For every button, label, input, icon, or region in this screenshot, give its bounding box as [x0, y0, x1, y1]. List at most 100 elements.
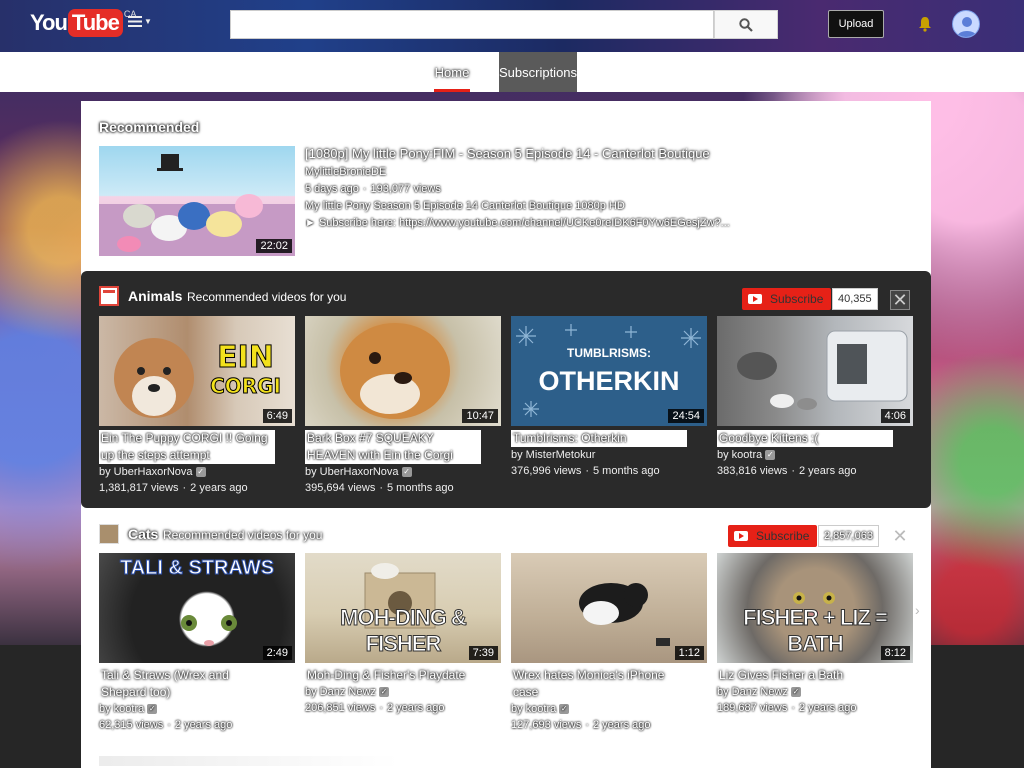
- video-channel[interactable]: by UberHaxorNova ✓: [305, 464, 501, 480]
- video-stats: 127,693 views · 2 years ago: [511, 719, 651, 731]
- video-channel[interactable]: by MisterMetokur: [511, 447, 707, 463]
- video-stats: 1,381,817 views · 2 years ago: [99, 482, 248, 494]
- video-views: 383,816 views: [717, 465, 788, 477]
- subscribe-label: Subscribe: [756, 529, 810, 543]
- video-views: 1,381,817 views: [99, 482, 179, 494]
- video-age: 2 years ago: [799, 465, 857, 477]
- subscriber-count: 2,857,063: [818, 525, 879, 547]
- channel-name[interactable]: by Danz Newz: [305, 686, 376, 698]
- video-card[interactable]: EIN CORGI 6:49 Ein The Puppy CORGI !! Go…: [99, 316, 295, 496]
- description-link[interactable]: https://www.youtube.com/channel/UCKe0reI…: [399, 217, 730, 229]
- description-subscribe-prefix: ► Subscribe here:: [305, 217, 396, 229]
- video-age: 2 years ago: [387, 702, 445, 714]
- logo-tube: Tube: [67, 9, 123, 37]
- feed-tabs: Home Subscriptions: [0, 52, 1024, 92]
- subscribe-button[interactable]: Subscribe: [728, 525, 818, 547]
- video-thumbnail[interactable]: 4:06: [717, 316, 913, 426]
- video-thumbnail[interactable]: EIN CORGI 6:49: [99, 316, 295, 426]
- close-icon[interactable]: ✕: [890, 290, 910, 310]
- video-card[interactable]: 10:47 Bark Box #7 SQUEAKY HEAVEN with Ei…: [305, 316, 501, 496]
- featured-video-thumbnail[interactable]: 22:02: [99, 146, 295, 256]
- cats-channel-icon[interactable]: [99, 524, 119, 544]
- video-views: 206,851 views: [305, 702, 376, 714]
- bell-icon[interactable]: [918, 16, 932, 32]
- video-title[interactable]: Ein The Puppy CORGI !! Going up the step…: [99, 430, 275, 464]
- video-card[interactable]: 1:12 Wrex hates Monica's iPhone case by …: [511, 553, 707, 733]
- logo-you: You: [30, 10, 68, 35]
- video-duration: 10:47: [462, 409, 498, 423]
- chevron-right-icon[interactable]: ›: [915, 602, 920, 618]
- video-duration: 22:02: [256, 239, 292, 253]
- video-stats: 395,694 views · 5 months ago: [305, 482, 454, 494]
- video-duration: 1:12: [674, 646, 704, 660]
- video-age: 5 months ago: [387, 482, 454, 494]
- search-input[interactable]: [230, 10, 714, 39]
- video-title[interactable]: Tumblrisms: Otherkin: [511, 430, 687, 447]
- search-icon: [739, 17, 753, 32]
- guide-menu-button[interactable]: ▼: [128, 16, 152, 27]
- video-duration: 8:12: [880, 646, 910, 660]
- video-thumbnail[interactable]: 10:47: [305, 316, 501, 426]
- video-channel[interactable]: by kootra ✓: [511, 701, 707, 717]
- video-thumbnail[interactable]: TALI & STRAWS 2:49: [99, 553, 295, 663]
- channel-name[interactable]: by MisterMetokur: [511, 449, 595, 461]
- search-button[interactable]: [714, 10, 778, 39]
- featured-video-channel[interactable]: MylittleBronieDE: [305, 166, 386, 178]
- video-duration: 24:54: [668, 409, 704, 423]
- shelf-title[interactable]: Cats: [128, 526, 158, 542]
- video-channel[interactable]: by Danz Newz ✓: [305, 684, 501, 700]
- tab-home[interactable]: Home: [434, 52, 470, 92]
- video-thumbnail[interactable]: FISHER + LIZ = BATH 8:12: [717, 553, 913, 663]
- video-card[interactable]: 4:06 Goodbye Kittens :( by kootra ✓ 383,8…: [717, 316, 913, 479]
- video-channel[interactable]: by kootra ✓: [717, 447, 913, 463]
- channel-name[interactable]: by kootra: [511, 703, 556, 715]
- masthead: You Tube CA ▼ Upload: [0, 0, 1024, 52]
- youtube-play-icon: [734, 531, 748, 541]
- video-title[interactable]: Bark Box #7 SQUEAKY HEAVEN with Ein the …: [305, 430, 481, 464]
- shelf-subtitle: Recommended videos for you: [187, 290, 347, 304]
- channel-name[interactable]: by UberHaxorNova: [99, 466, 193, 478]
- user-avatar-icon[interactable]: [952, 10, 980, 38]
- video-title[interactable]: Moh-Ding & Fisher's Playdate: [305, 667, 481, 684]
- video-views: 62,315 views: [99, 719, 164, 731]
- video-age: 2 years ago: [799, 702, 857, 714]
- video-title[interactable]: Tali & Straws (Wrex and Shepard too): [99, 667, 275, 701]
- video-title[interactable]: Liz Gives Fisher a Bath: [717, 667, 893, 684]
- video-views: 189,687 views: [717, 702, 788, 714]
- channel-name[interactable]: by kootra: [99, 703, 144, 715]
- shelf-title[interactable]: Animals: [128, 288, 182, 304]
- video-thumbnail[interactable]: 1:12: [511, 553, 707, 663]
- verified-icon: ✓: [147, 704, 158, 715]
- featured-video-title[interactable]: [1080p] My little Pony:FIM - Season 5 Ep…: [305, 146, 710, 161]
- close-icon[interactable]: ✕: [890, 527, 910, 547]
- youtube-play-icon: [748, 294, 762, 304]
- tab-subscriptions[interactable]: Subscriptions: [499, 52, 577, 92]
- video-channel[interactable]: by UberHaxorNova ✓: [99, 464, 295, 480]
- channel-name[interactable]: by UberHaxorNova: [305, 466, 399, 478]
- thumb-text-line-1: EIN: [217, 340, 275, 375]
- video-age: 2 years ago: [593, 719, 651, 731]
- channel-name[interactable]: by Danz Newz: [717, 686, 788, 698]
- video-channel[interactable]: by Danz Newz ✓: [717, 684, 913, 700]
- video-thumbnail[interactable]: TUMBLRISMS: OTHERKIN 24:54: [511, 316, 707, 426]
- verified-icon: ✓: [765, 450, 776, 461]
- video-duration: 4:06: [880, 409, 910, 423]
- animals-icon-bar: [103, 290, 115, 293]
- video-title[interactable]: Goodbye Kittens :(: [717, 430, 893, 447]
- video-card[interactable]: MOH-DING & FISHER 7:39 Moh-Ding & Fisher…: [305, 553, 501, 716]
- video-card[interactable]: TALI & STRAWS 2:49 Tali & Straws (Wrex a…: [99, 553, 295, 733]
- video-card[interactable]: FISHER + LIZ = BATH 8:12 Liz Gives Fishe…: [717, 553, 913, 716]
- verified-icon: ✓: [195, 467, 206, 478]
- video-thumbnail[interactable]: MOH-DING & FISHER 7:39: [305, 553, 501, 663]
- youtube-logo[interactable]: You Tube CA: [30, 9, 136, 37]
- subscribe-button[interactable]: Subscribe: [742, 288, 832, 310]
- video-channel[interactable]: by kootra ✓: [99, 701, 295, 717]
- animals-channel-icon[interactable]: [99, 286, 119, 306]
- video-card[interactable]: TUMBLRISMS: OTHERKIN 24:54 Tumblrisms: O…: [511, 316, 707, 479]
- thumbnail-overlay-text: EIN CORGI: [210, 340, 282, 400]
- video-age: 5 months ago: [593, 465, 660, 477]
- video-title[interactable]: Wrex hates Monica's iPhone case: [511, 667, 687, 701]
- upload-button[interactable]: Upload: [828, 10, 884, 38]
- subscriber-count: 40,355: [832, 288, 878, 310]
- channel-name[interactable]: by kootra: [717, 449, 762, 461]
